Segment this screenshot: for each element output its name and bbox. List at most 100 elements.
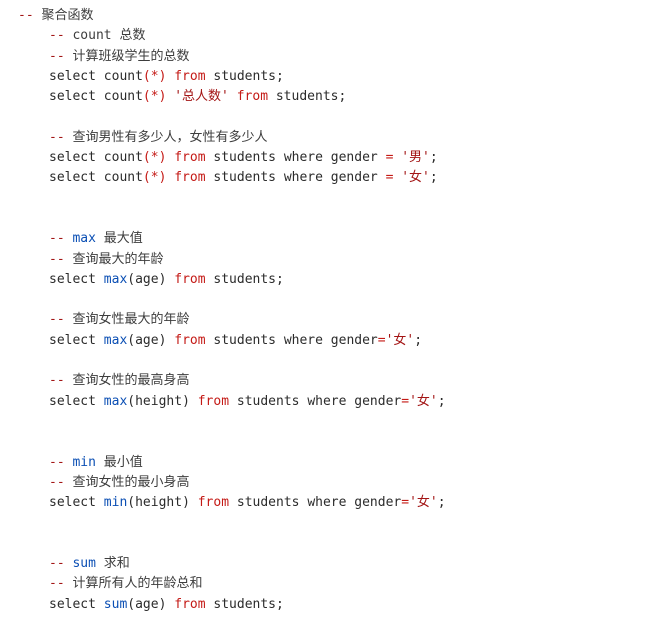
code-token: students; bbox=[205, 596, 284, 612]
code-token: max bbox=[103, 393, 128, 409]
code-line: -- 计算所有人的年龄总和 bbox=[0, 574, 672, 594]
code-token: (age) bbox=[127, 332, 175, 348]
code-token: (age) bbox=[127, 596, 175, 612]
code-token: = bbox=[401, 495, 410, 511]
code-token: 查询女性最大的年龄 bbox=[72, 312, 190, 328]
code-token: (height) bbox=[127, 495, 198, 511]
code-line: select count(*) from students; bbox=[0, 67, 672, 87]
code-token: count 总数 bbox=[72, 28, 146, 44]
code-token: from bbox=[174, 68, 206, 84]
code-token: students; bbox=[205, 68, 284, 84]
code-token: from bbox=[174, 332, 206, 348]
code-token: ; bbox=[437, 495, 446, 511]
code-token: students where gender bbox=[205, 150, 386, 166]
code-line: select count(*) '总人数' from students; bbox=[0, 87, 672, 107]
code-token: select bbox=[49, 393, 104, 409]
code-line: -- 计算班级学生的总数 bbox=[0, 47, 672, 67]
code-token: sum bbox=[72, 556, 96, 572]
code-token: -- bbox=[49, 312, 73, 328]
code-token: select count bbox=[49, 170, 143, 186]
code-token: max bbox=[103, 271, 128, 287]
code-line: select sum(age) from students; bbox=[0, 595, 672, 615]
code-token: '女' bbox=[409, 495, 438, 511]
code-token: (*) bbox=[142, 89, 167, 105]
code-token: 查询女性的最小身高 bbox=[72, 474, 190, 490]
code-token: -- bbox=[49, 576, 73, 592]
code-token: 计算班级学生的总数 bbox=[72, 48, 190, 64]
code-line: -- 查询女性最大的年龄 bbox=[0, 310, 672, 330]
code-token: ; bbox=[429, 170, 438, 186]
code-token: -- bbox=[49, 48, 73, 64]
code-line: select min(height) from students where g… bbox=[0, 493, 672, 513]
code-token: -- bbox=[49, 556, 73, 572]
code-token: students where gender bbox=[205, 332, 378, 348]
code-token: '男' bbox=[401, 150, 430, 166]
code-token: 查询男性有多少人，女性有多少人 bbox=[72, 129, 268, 145]
code-token: select count bbox=[49, 150, 143, 166]
sql-code-block: -- 聚合函数 -- count 总数 -- 计算班级学生的总数 select cou… bbox=[0, 0, 672, 620]
code-token: students where gender bbox=[205, 170, 386, 186]
code-line: select max(age) from students where gend… bbox=[0, 331, 672, 351]
code-token: 查询最大的年龄 bbox=[72, 251, 164, 267]
code-token: ; bbox=[429, 150, 438, 166]
code-token: ; bbox=[414, 332, 423, 348]
code-token: select bbox=[49, 495, 104, 511]
code-token: students; bbox=[268, 89, 347, 105]
code-token: -- bbox=[49, 28, 73, 44]
code-token: (*) bbox=[142, 68, 167, 84]
code-token: 查询女性的最高身高 bbox=[72, 373, 190, 389]
code-token: from bbox=[174, 170, 206, 186]
code-token: = bbox=[377, 332, 386, 348]
code-token: (height) bbox=[127, 393, 198, 409]
code-line: select max(height) from students where g… bbox=[0, 392, 672, 412]
code-line: select count(*) from students where gend… bbox=[0, 168, 672, 188]
code-token: min bbox=[72, 454, 96, 470]
code-token: '女' bbox=[385, 332, 415, 348]
code-token: -- bbox=[18, 8, 42, 23]
code-token: select bbox=[49, 271, 104, 287]
code-line: -- 查询男性有多少人，女性有多少人 bbox=[0, 128, 672, 148]
code-token: ; bbox=[437, 393, 446, 409]
code-token: select bbox=[49, 596, 104, 612]
code-token: max bbox=[103, 332, 128, 348]
code-token: '女' bbox=[409, 393, 438, 409]
code-token: -- bbox=[49, 231, 73, 247]
code-token: 最小值 bbox=[95, 454, 143, 470]
code-token: -- bbox=[49, 474, 73, 490]
code-token: '总人数' bbox=[174, 89, 229, 105]
code-token: select count bbox=[49, 68, 143, 84]
code-line: select max(age) from students; bbox=[0, 270, 672, 290]
code-token: from bbox=[174, 596, 206, 612]
code-token: 聚合函数 bbox=[41, 8, 94, 23]
code-token: sum bbox=[103, 596, 128, 612]
code-token: -- bbox=[49, 454, 73, 470]
code-line: -- min 最小值 bbox=[0, 453, 672, 473]
code-token: -- bbox=[49, 373, 73, 389]
code-token: 计算所有人的年龄总和 bbox=[72, 576, 203, 592]
code-line: select count(*) from students where gend… bbox=[0, 148, 672, 168]
code-token: (age) bbox=[127, 271, 175, 287]
code-token: 最大值 bbox=[95, 231, 143, 247]
code-line: -- 查询女性的最高身高 bbox=[0, 371, 672, 391]
code-token: from bbox=[236, 89, 269, 105]
code-token: from bbox=[174, 271, 206, 287]
code-token: from bbox=[197, 393, 230, 409]
code-token: from bbox=[197, 495, 230, 511]
code-token: students where gender bbox=[229, 495, 402, 511]
code-line: -- count 总数 bbox=[0, 26, 672, 46]
code-token: min bbox=[103, 495, 128, 511]
code-token: 求和 bbox=[95, 556, 130, 572]
code-token: -- bbox=[49, 251, 73, 267]
code-line: -- 查询女性的最小身高 bbox=[0, 473, 672, 493]
code-token: from bbox=[174, 150, 206, 166]
code-line: -- 查询最大的年龄 bbox=[0, 250, 672, 270]
code-token: -- bbox=[49, 129, 73, 145]
code-token: students; bbox=[205, 271, 284, 287]
code-token: (*) bbox=[142, 150, 167, 166]
